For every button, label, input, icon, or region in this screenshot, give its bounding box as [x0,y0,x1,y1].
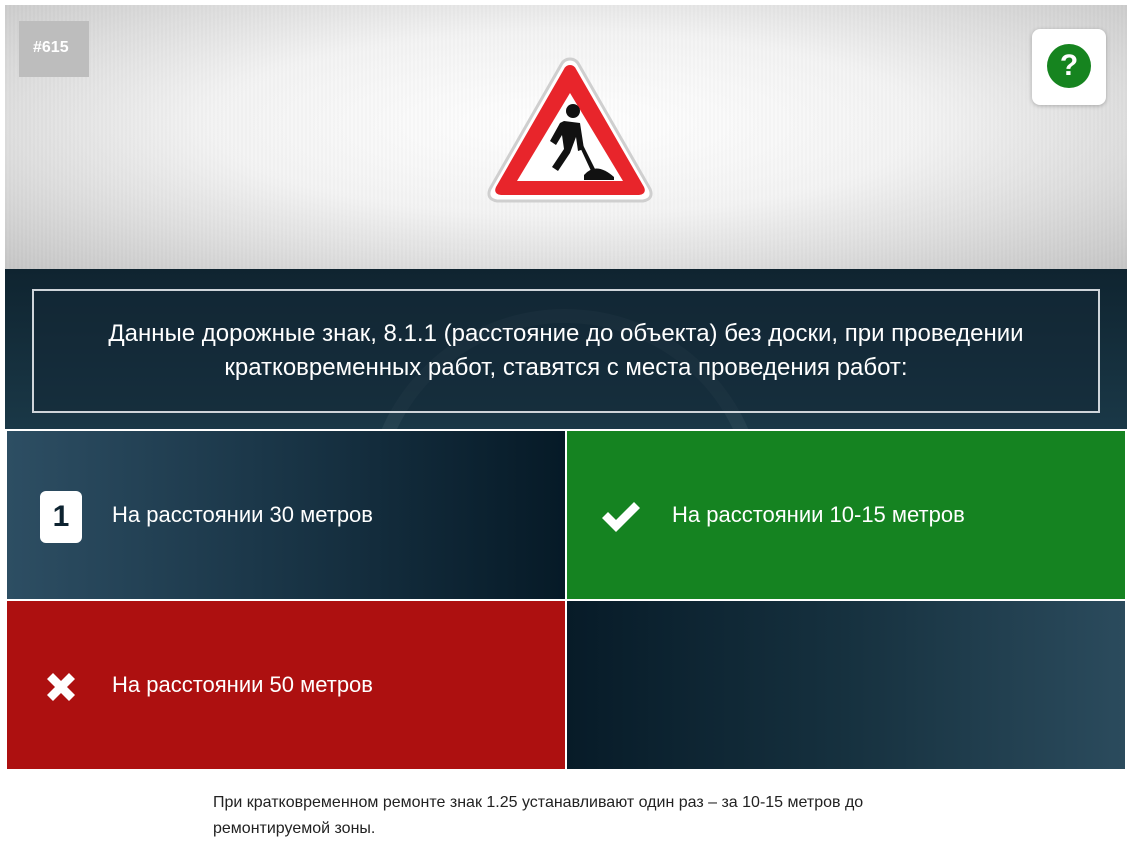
answer-status-marker [39,661,83,713]
answer-label: На расстоянии 10-15 метров [672,502,965,527]
answer-label: На расстоянии 50 метров [112,672,373,697]
help-button[interactable]: ? [1032,29,1106,105]
answer-number-marker: 1 [39,491,83,543]
answer-label: На расстоянии 30 метров [112,502,373,527]
answer-option-4-empty [567,601,1125,769]
answer-option-1[interactable]: 1 На расстоянии 30 метров [7,431,565,599]
question-panel: Данные дорожные знак, 8.1.1 (расстояние … [5,269,1127,429]
help-question-icon: ? [1047,44,1091,88]
answer-option-2-correct[interactable]: На расстоянии 10-15 метров [567,431,1125,599]
answer-status-marker [599,491,643,543]
answer-explanation: При кратковременном ремонте знак 1.25 ус… [213,794,864,837]
quiz-card: #615 ? Данные дорожные знак, 8.1.1 (расс… [5,5,1127,772]
question-number-badge: #615 [19,21,89,77]
check-icon [602,502,640,532]
answer-option-3-wrong[interactable]: На расстоянии 50 метров [7,601,565,769]
road-works-sign [487,57,653,203]
question-box: Данные дорожные знак, 8.1.1 (расстояние … [32,289,1100,413]
cross-icon [47,673,75,701]
answer-number-badge: 1 [40,491,82,543]
question-text: Данные дорожные знак, 8.1.1 (расстояние … [108,320,1024,381]
sign-image-area: #615 ? [5,5,1127,269]
